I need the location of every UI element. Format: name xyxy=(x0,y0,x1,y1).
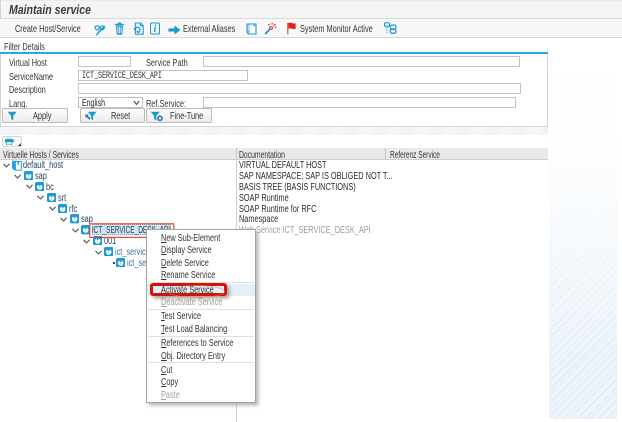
svg-text:i: i xyxy=(154,24,157,35)
